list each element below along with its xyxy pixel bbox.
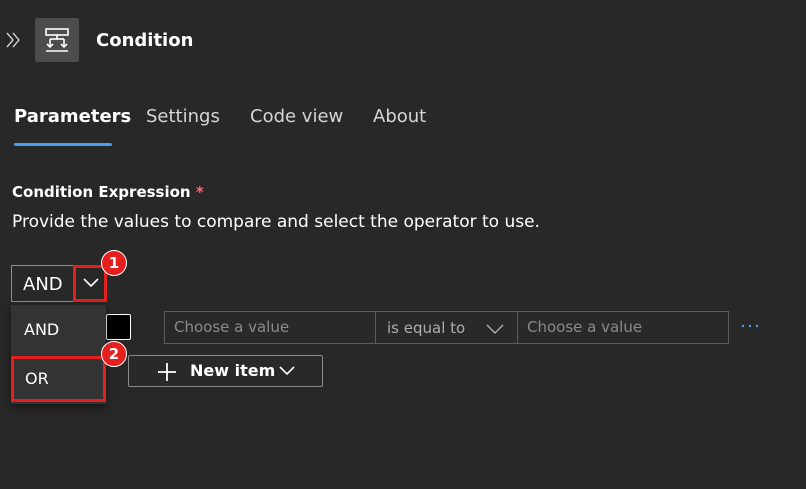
condition-expression-text: Condition Expression [12, 183, 191, 201]
plus-icon [158, 363, 176, 381]
expand-panel-button[interactable] [4, 28, 22, 52]
option-or[interactable]: OR [11, 356, 106, 402]
right-value-input[interactable]: Choose a value [517, 311, 729, 344]
group-operator-value: AND [23, 274, 63, 295]
group-operator-options: AND OR [11, 305, 106, 404]
operator-value: is equal to [387, 319, 466, 337]
tab-parameters[interactable]: Parameters [14, 106, 131, 128]
option-and[interactable]: AND [11, 307, 106, 353]
new-item-button[interactable]: New item [128, 355, 323, 387]
tab-settings[interactable]: Settings [146, 106, 220, 128]
annotation-badge-1: 1 [101, 250, 127, 276]
tab-about[interactable]: About [373, 106, 426, 128]
condition-icon [45, 28, 69, 52]
row-checkbox[interactable] [106, 314, 131, 340]
double-chevron-right-icon [6, 32, 20, 48]
active-tab-indicator [14, 143, 112, 146]
operator-dropdown[interactable]: is equal to [375, 311, 518, 344]
required-marker: * [195, 183, 204, 201]
row-more-button[interactable] [740, 318, 760, 334]
chevron-down-icon [83, 278, 99, 288]
node-title: Condition [96, 30, 194, 51]
ellipsis-icon [741, 324, 759, 328]
group-operator-chevron-button[interactable] [73, 265, 107, 302]
condition-expression-label: Condition Expression * [12, 182, 204, 202]
annotation-badge-2: 2 [101, 341, 127, 367]
condition-description: Provide the values to compare and select… [12, 212, 540, 232]
left-value-input[interactable]: Choose a value [164, 311, 376, 344]
chevron-down-icon [279, 366, 295, 376]
chevron-down-icon [486, 324, 504, 334]
tab-code-view[interactable]: Code view [250, 106, 343, 128]
new-item-label: New item [190, 361, 276, 380]
condition-node-icon [35, 18, 79, 62]
